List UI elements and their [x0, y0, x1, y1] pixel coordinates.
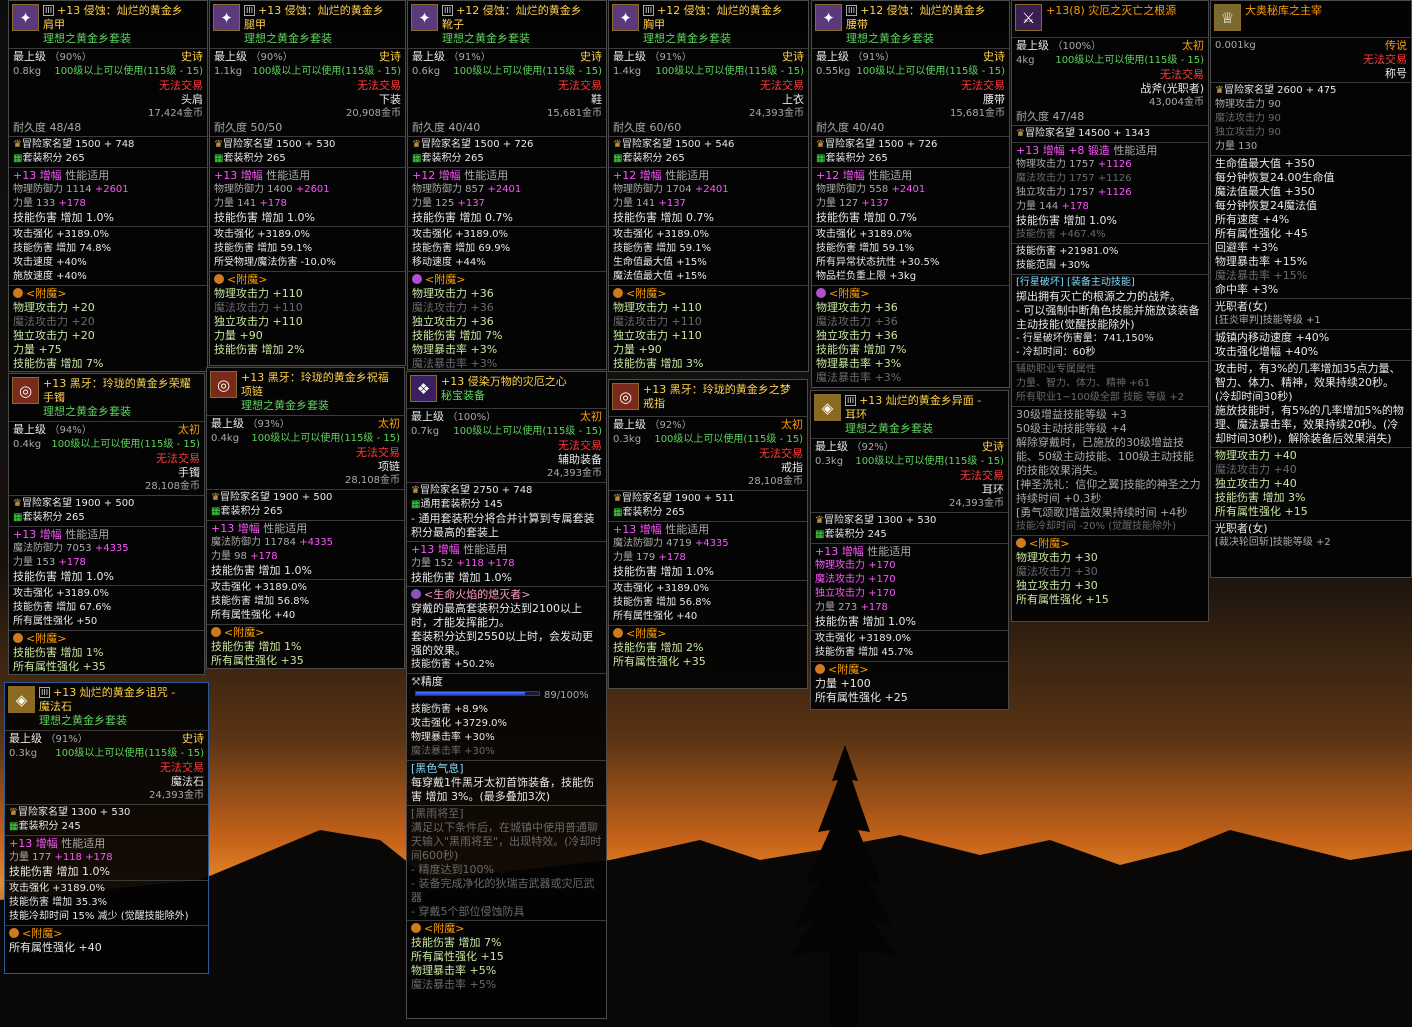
shoulder-armor-icon: ✦	[12, 4, 39, 31]
tooltip-belt[interactable]: ✦ III +12 侵蚀：灿烂的黄金乡 腰带 理想之黄金乡套装 最上级 （91%） 史诗…	[811, 0, 1010, 388]
axe-weapon-icon: ⚔	[1015, 4, 1042, 31]
tooltip-bracelet[interactable]: ◎ +13 黑牙：玲珑的黄金乡荣耀 手镯 理想之黄金乡套装 最上级 （94%） 太初 …	[8, 373, 205, 675]
precision-icon: ⚒	[411, 675, 421, 688]
tooltip-support[interactable]: ❖ +13 侵染万物的灾厄之心 秘宝装备 最上级 （100%） 太初 0.7kg 10…	[406, 371, 607, 1019]
necklace-icon: ◎	[210, 371, 237, 398]
quality-badge: III	[43, 5, 55, 16]
quality-badge: III	[845, 395, 857, 406]
tooltip-chest[interactable]: ✦ III +12 侵蚀：灿烂的黄金乡 胸甲 理想之黄金乡套装 最上级 （91%） 史诗…	[608, 0, 809, 372]
tooltip-earring[interactable]: ◈ III +13 灿烂的黄金乡异面 - 耳环 理想之黄金乡套装 最上级 （92%）史…	[810, 390, 1009, 710]
quality-badge: III	[643, 5, 655, 16]
support-gem-icon: ❖	[410, 375, 437, 402]
leg-armor-icon: ✦	[213, 4, 240, 31]
tooltip-ring[interactable]: ◎ +13 黑牙：玲珑的黄金乡之梦 戒指 最上级 （92%） 太初 0.3kg 100…	[608, 379, 808, 689]
ring-icon: ◎	[612, 383, 639, 410]
precision-bar	[415, 691, 540, 696]
tooltip-magic-stone[interactable]: ◈ III +13 灿烂的黄金乡诅咒 - 魔法石 理想之黄金乡套装 最上级 （91%）…	[4, 682, 209, 974]
belt-icon: ✦	[815, 4, 842, 31]
quality-badge: III	[442, 5, 454, 16]
tooltip-legs[interactable]: ✦ III +13 侵蚀：灿烂的黄金乡 腿甲 理想之黄金乡套装 最上级 （90%） 史诗…	[209, 0, 406, 366]
magic-stone-icon: ◈	[8, 686, 35, 713]
quality-badge: III	[39, 687, 51, 698]
tooltip-weapon[interactable]: ⚔ +13(8) 灾厄之灭亡之根源 最上级 （100%） 太初 4kg 100级以上…	[1011, 0, 1209, 622]
title-icon: ♕	[1214, 4, 1241, 31]
quality-badge: III	[244, 5, 256, 16]
shoes-icon: ✦	[411, 4, 438, 31]
quality-badge: III	[846, 5, 858, 16]
bracelet-icon: ◎	[12, 377, 39, 404]
tooltip-necklace[interactable]: ◎ +13 黑牙：玲珑的黄金乡祝福 项链 理想之黄金乡套装 最上级 （93%） 太初 …	[206, 367, 405, 669]
tooltip-shoulder[interactable]: ✦ III +13 侵蚀：灿烂的黄金乡 肩甲 理想之黄金乡套装 最上级 （90%） 史诗…	[8, 0, 208, 372]
chest-armor-icon: ✦	[612, 4, 639, 31]
earring-icon: ◈	[814, 394, 841, 421]
tooltip-title[interactable]: ♕ 大奥秘库之主宰 0.001kg 传说 无法交易 称号 ♛冒险家名望 2600 …	[1210, 0, 1412, 578]
tooltip-shoes[interactable]: ✦ III +12 侵蚀：灿烂的黄金乡 靴子 理想之黄金乡套装 最上级 （91%） 史诗…	[407, 0, 607, 370]
